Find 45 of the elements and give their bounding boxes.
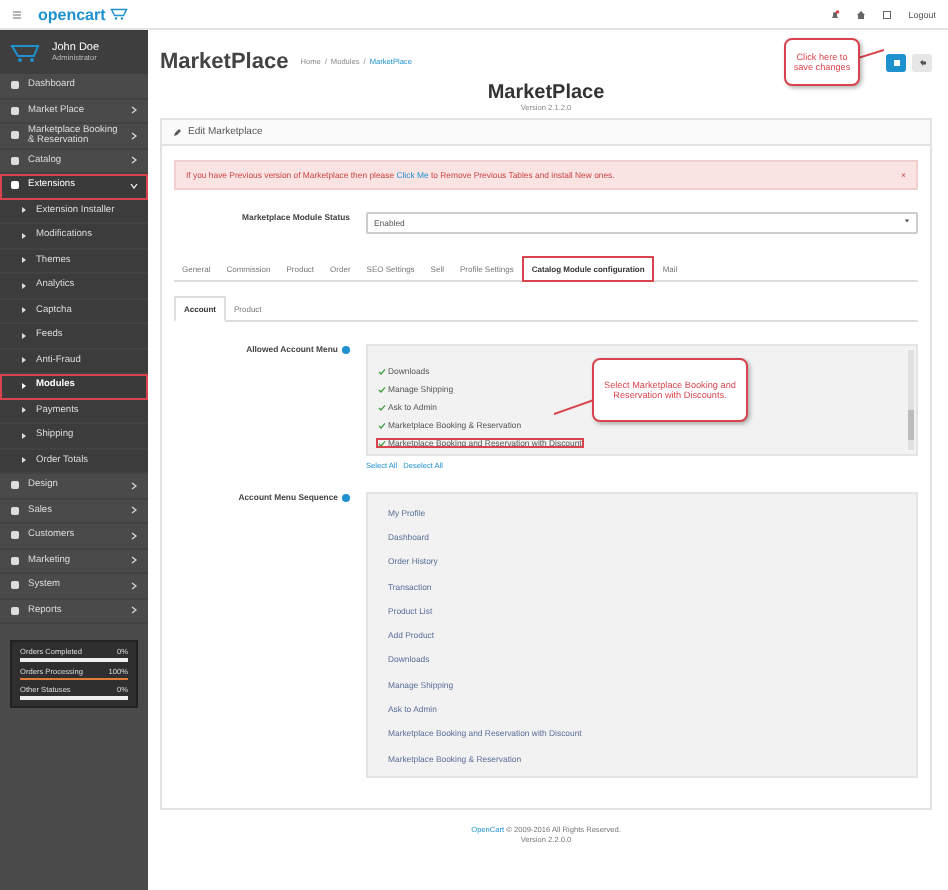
window-icon[interactable] (882, 9, 893, 19)
leader-line (554, 398, 594, 416)
square-icon (10, 155, 20, 166)
caret-icon (20, 281, 28, 290)
check-icon (378, 367, 386, 375)
square-icon (10, 530, 20, 541)
cart-icon (10, 42, 42, 62)
scrollbar[interactable] (908, 350, 914, 450)
check-icon (378, 385, 386, 393)
caret-icon (20, 231, 28, 240)
caret-icon (20, 431, 28, 440)
square-icon (891, 57, 901, 67)
square-icon (10, 130, 20, 141)
check-icon (378, 403, 386, 411)
square-icon (10, 180, 20, 191)
caret-icon (904, 218, 910, 224)
page-title: MarketPlace (160, 50, 289, 74)
caret-icon (20, 356, 28, 365)
square-icon (10, 605, 20, 616)
caret-icon (20, 331, 28, 340)
pencil-icon (172, 127, 182, 137)
home-icon[interactable] (856, 9, 867, 19)
caret-icon (20, 306, 28, 315)
square-icon (10, 580, 20, 591)
bell-icon[interactable] (830, 9, 841, 19)
info-icon (342, 345, 350, 353)
logo: opencart (38, 5, 128, 23)
check-icon (378, 421, 386, 429)
square-icon (10, 505, 20, 516)
module-title: MarketPlace (487, 82, 605, 104)
check-icon (378, 439, 386, 447)
info-icon (342, 493, 350, 501)
caret-icon (20, 381, 28, 390)
leader-line (858, 48, 884, 60)
caret-icon (20, 456, 28, 465)
square-icon (10, 480, 20, 491)
save-button[interactable] (886, 53, 906, 71)
square-icon (10, 105, 20, 116)
arrow-icon (917, 57, 927, 67)
caret-icon (20, 406, 28, 415)
square-icon (10, 555, 20, 566)
caret-icon (20, 206, 28, 215)
caret-icon (20, 256, 28, 265)
square-icon (10, 80, 20, 91)
back-button[interactable] (912, 53, 932, 71)
